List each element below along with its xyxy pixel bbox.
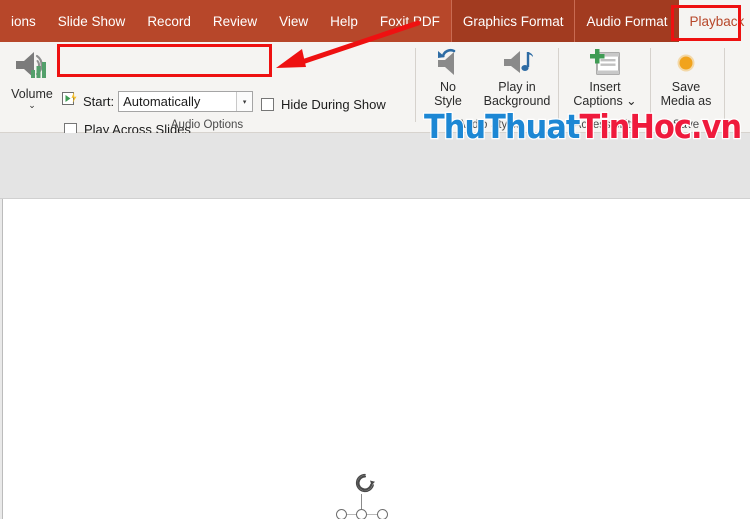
tab-label: Help (330, 13, 358, 29)
volume-button[interactable]: Volume ⌄ (4, 46, 60, 120)
tab-foxit-pdf[interactable]: Foxit PDF (369, 0, 451, 42)
tab-playback[interactable]: Playback (678, 0, 750, 42)
selection-handle-n[interactable] (356, 509, 367, 519)
watermark-part1: ThuThuat (423, 106, 582, 148)
tab-slide-show[interactable]: Slide Show (47, 0, 137, 42)
powerpoint-window: ions Slide Show Record Review View Help … (0, 0, 750, 519)
tab-label: Review (212, 13, 258, 29)
group-divider (415, 48, 416, 122)
slide-canvas[interactable]: 00:00.00 (4, 200, 750, 519)
tab-graphics-format[interactable]: Graphics Format (451, 0, 575, 42)
tab-label: ions (11, 13, 36, 29)
speaker-volume-icon (12, 49, 52, 86)
selection-handle-nw[interactable] (336, 509, 347, 519)
rotate-handle-icon[interactable] (353, 472, 377, 499)
tab-record[interactable]: Record (136, 0, 202, 42)
tab-label: Playback (689, 13, 745, 29)
group-label: Audio Options (170, 119, 244, 131)
tab-label: Graphics Format (462, 13, 564, 29)
selection-handle-ne[interactable] (377, 509, 388, 519)
tab-label: Foxit PDF (379, 13, 440, 29)
tab-label: Audio Format (586, 13, 668, 29)
tab-review[interactable]: Review (202, 0, 268, 42)
tab-help[interactable]: Help (319, 0, 369, 42)
watermark: ThuThuatTinHoc.vn (423, 106, 743, 148)
ribbon-tab-strip: ions Slide Show Record Review View Help … (0, 0, 750, 42)
tab-audio-format[interactable]: Audio Format (575, 0, 679, 42)
tab-view[interactable]: View (268, 0, 319, 42)
tab-transitions[interactable]: ions (0, 0, 47, 42)
slide-panel-rail (0, 199, 3, 519)
volume-button-label: Volume (11, 87, 53, 101)
tab-label: View (279, 13, 309, 29)
group-audio-options: Audio Options (62, 42, 352, 133)
tab-label: Slide Show (57, 13, 126, 29)
tab-label: Record (147, 13, 191, 29)
watermark-part2: TinHoc.vn (578, 106, 743, 148)
chevron-down-icon[interactable]: ⌄ (28, 101, 36, 110)
